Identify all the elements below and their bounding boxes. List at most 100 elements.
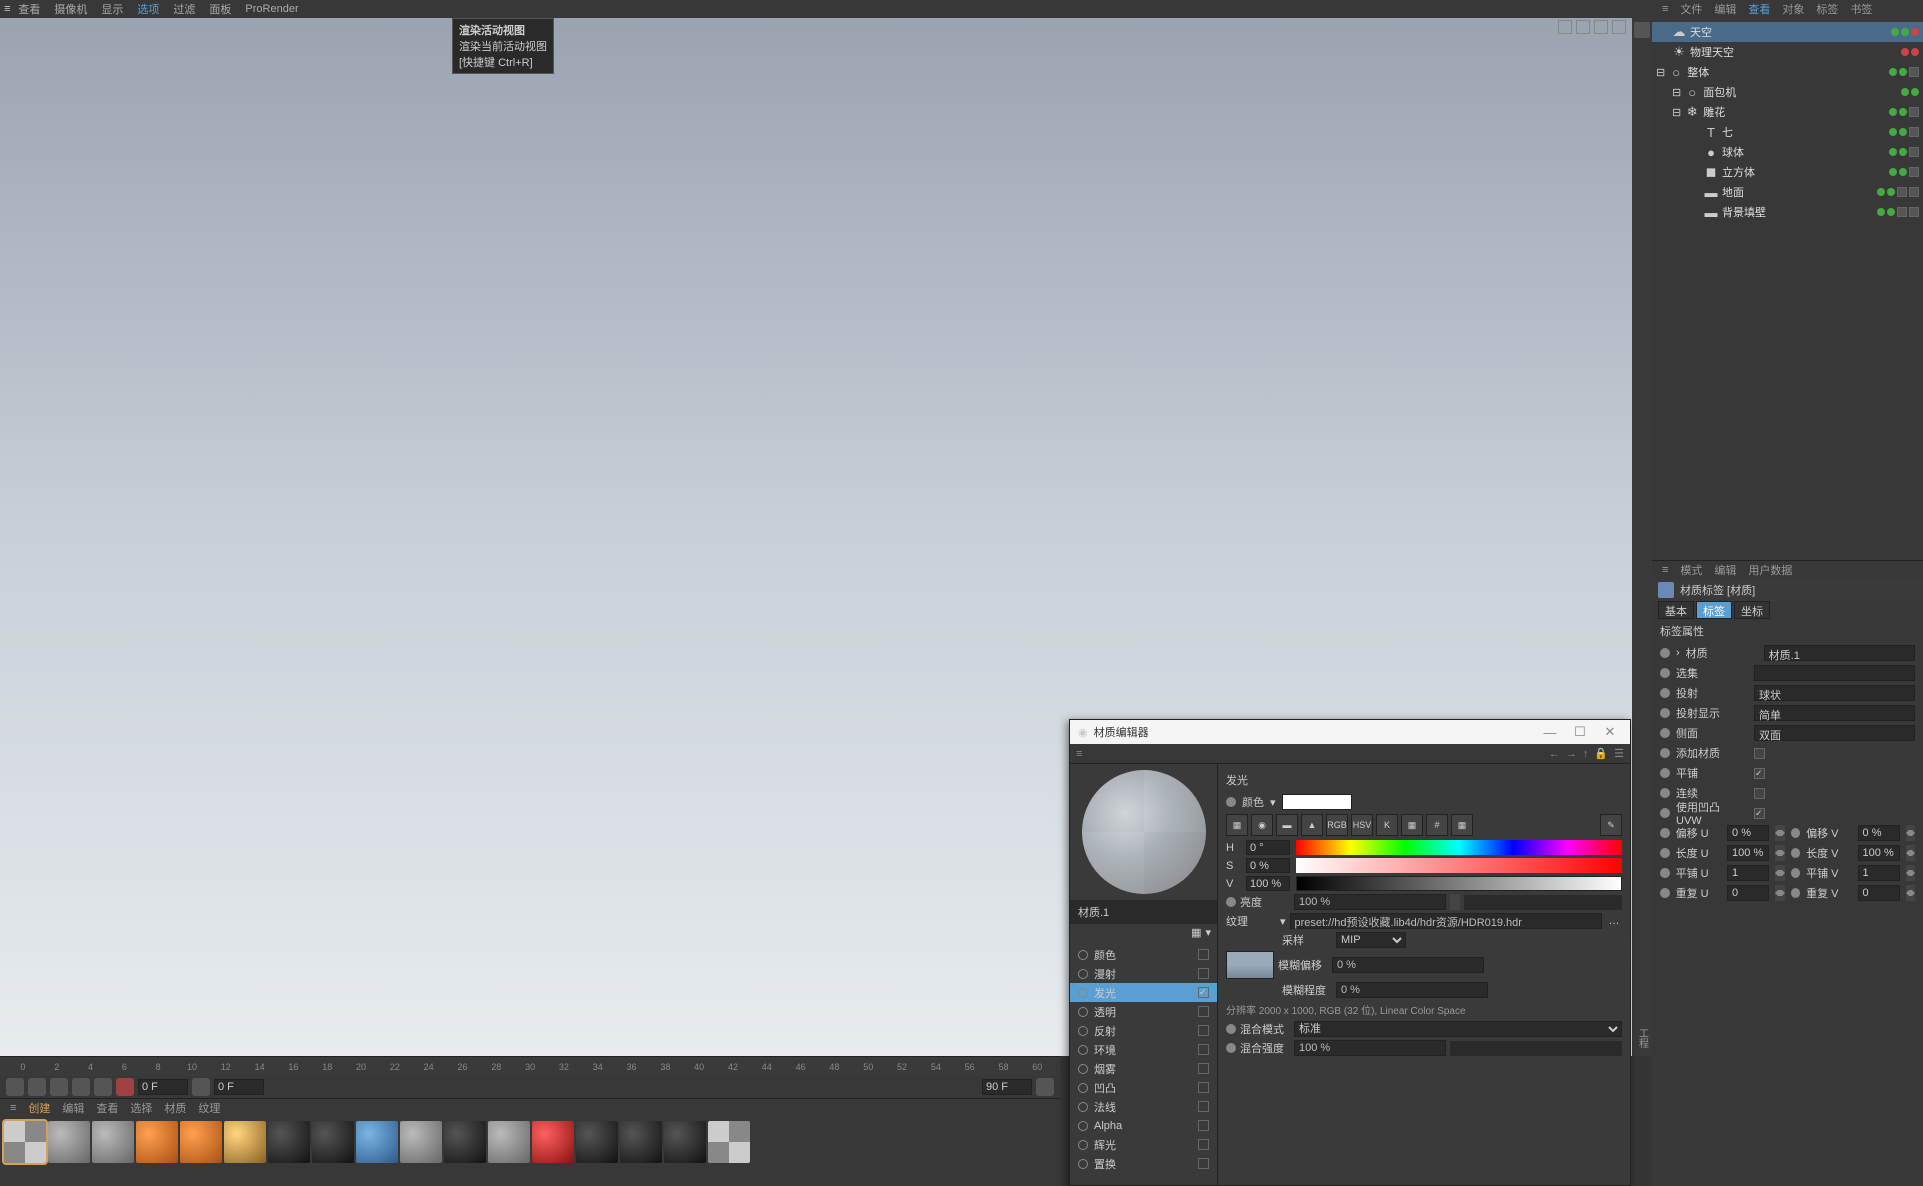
vp-icon-3[interactable] — [1594, 20, 1608, 34]
menu-options[interactable]: 选项 — [131, 0, 165, 19]
spinner[interactable] — [1775, 825, 1784, 841]
h-input[interactable] — [1246, 840, 1290, 855]
visibility-dot[interactable] — [1911, 48, 1919, 56]
material-thumbnail[interactable] — [488, 1121, 530, 1163]
visibility-dot[interactable] — [1899, 168, 1907, 176]
channel-checkbox[interactable] — [1198, 1158, 1209, 1169]
spectrum-icon[interactable]: ▬ — [1276, 814, 1298, 836]
anim-dot[interactable] — [1078, 988, 1088, 998]
visibility-dot[interactable] — [1899, 128, 1907, 136]
tree-row[interactable]: ⊟○整体 — [1652, 62, 1923, 82]
object-name[interactable]: 地面 — [1722, 184, 1873, 200]
anim-dot[interactable] — [1078, 1045, 1088, 1055]
visibility-dot[interactable] — [1911, 88, 1919, 96]
anim-dot[interactable] — [1791, 868, 1801, 878]
anim-dot[interactable] — [1660, 888, 1670, 898]
om-tab-tags[interactable]: 标签 — [1812, 0, 1842, 18]
anim-dot[interactable] — [1660, 688, 1670, 698]
texture-path[interactable]: preset://hd预设收藏.lib4d/hdr资源/HDR019.hdr — [1290, 913, 1602, 929]
visibility-dot[interactable] — [1889, 108, 1897, 116]
menu-filter[interactable]: 过滤 — [167, 0, 201, 19]
tree-row[interactable]: ▬背景填壁 — [1652, 202, 1923, 222]
channel-checkbox[interactable] — [1198, 1006, 1209, 1017]
menu-panel[interactable]: 面板 — [203, 0, 237, 19]
visibility-dot[interactable] — [1899, 148, 1907, 156]
hsv-icon[interactable]: HSV — [1351, 814, 1373, 836]
record-button[interactable] — [116, 1078, 134, 1096]
frame-input[interactable] — [138, 1079, 188, 1095]
lock-icon[interactable]: 🔒 — [1594, 747, 1608, 760]
hash-icon[interactable]: # — [1426, 814, 1448, 836]
tag-icon[interactable] — [1909, 187, 1919, 197]
anim-dot[interactable] — [1660, 788, 1670, 798]
prop-value[interactable]: 1 — [1727, 865, 1769, 881]
play-opt-button[interactable] — [1036, 1078, 1054, 1096]
minimize-button[interactable]: — — [1538, 722, 1562, 742]
property-value[interactable] — [1754, 665, 1915, 681]
play-end-button[interactable] — [94, 1078, 112, 1096]
channel-checkbox[interactable] — [1198, 987, 1209, 998]
material-thumbnail[interactable] — [92, 1121, 134, 1163]
attr-tab-edit[interactable]: 编辑 — [1710, 561, 1740, 579]
anim-dot[interactable] — [1078, 1083, 1088, 1093]
timeline-ruler[interactable]: 0246810121416182022242628303234363840424… — [0, 1056, 1060, 1076]
mixer-icon[interactable]: ▦ — [1401, 814, 1423, 836]
prop-value[interactable]: 0 — [1858, 885, 1900, 901]
end-frame-input[interactable] — [982, 1079, 1032, 1095]
property-checkbox[interactable] — [1754, 748, 1765, 759]
om-tab-file[interactable]: 文件 — [1676, 0, 1706, 18]
channel-checkbox[interactable] — [1198, 1025, 1209, 1036]
attr-tab-mode[interactable]: 模式 — [1676, 561, 1706, 579]
play-prev-button[interactable] — [28, 1078, 46, 1096]
tree-row[interactable]: ⊟○面包机 — [1652, 82, 1923, 102]
texture-thumbnail[interactable] — [1226, 951, 1274, 979]
prop-value[interactable]: 100 % — [1858, 845, 1900, 861]
object-name[interactable]: 七 — [1722, 124, 1885, 140]
hamburger-icon[interactable]: ≡ — [1658, 2, 1672, 16]
material-thumbnail[interactable] — [400, 1121, 442, 1163]
property-checkbox[interactable] — [1754, 808, 1765, 819]
visibility-dot[interactable] — [1899, 108, 1907, 116]
tree-row[interactable]: ●球体 — [1652, 142, 1923, 162]
channel-checkbox[interactable] — [1198, 949, 1209, 960]
spinner[interactable] — [1775, 885, 1784, 901]
mix-strength-slider[interactable] — [1450, 1041, 1622, 1056]
property-checkbox[interactable] — [1754, 788, 1765, 799]
material-thumbnail[interactable] — [620, 1121, 662, 1163]
kelvin-icon[interactable]: K — [1376, 814, 1398, 836]
mtab-edit[interactable]: 编辑 — [58, 1099, 88, 1117]
om-tab-object[interactable]: 对象 — [1778, 0, 1808, 18]
brightness-input[interactable] — [1294, 894, 1446, 910]
v-slider[interactable] — [1296, 876, 1622, 891]
swatches-icon[interactable]: ▦ — [1451, 814, 1473, 836]
anim-dot[interactable] — [1660, 828, 1670, 838]
visibility-dot[interactable] — [1889, 148, 1897, 156]
material-preview[interactable] — [1082, 770, 1206, 894]
material-thumbnail[interactable] — [576, 1121, 618, 1163]
nav-back-icon[interactable]: ← — [1549, 748, 1560, 760]
hamburger-icon[interactable]: ≡ — [1658, 563, 1672, 577]
visibility-dot[interactable] — [1877, 188, 1885, 196]
material-thumbnail[interactable] — [224, 1121, 266, 1163]
close-button[interactable]: ✕ — [1598, 722, 1622, 742]
hamburger-icon[interactable]: ≡ — [4, 3, 10, 15]
menu-prorender[interactable]: ProRender — [239, 1, 304, 17]
prop-value[interactable]: 100 % — [1727, 845, 1769, 861]
anim-dot[interactable] — [1226, 1043, 1236, 1053]
prop-value[interactable]: 1 — [1858, 865, 1900, 881]
tool-1[interactable] — [1634, 22, 1650, 38]
anim-dot[interactable] — [1791, 828, 1801, 838]
spinner[interactable] — [1906, 825, 1915, 841]
prop-value[interactable]: 0 % — [1727, 825, 1769, 841]
subtab-basic[interactable]: 基本 — [1658, 601, 1694, 619]
expand-icon[interactable]: ⊟ — [1672, 106, 1681, 119]
menu-camera[interactable]: 摄像机 — [48, 0, 93, 19]
brightness-spinner[interactable] — [1450, 894, 1460, 910]
tag-icon[interactable] — [1909, 107, 1919, 117]
channel-checkbox[interactable] — [1198, 1082, 1209, 1093]
material-thumbnail[interactable] — [312, 1121, 354, 1163]
anim-dot[interactable] — [1226, 797, 1236, 807]
spinner[interactable] — [1906, 885, 1915, 901]
anim-dot[interactable] — [1226, 897, 1236, 907]
attr-tab-userdata[interactable]: 用户数据 — [1744, 561, 1796, 579]
